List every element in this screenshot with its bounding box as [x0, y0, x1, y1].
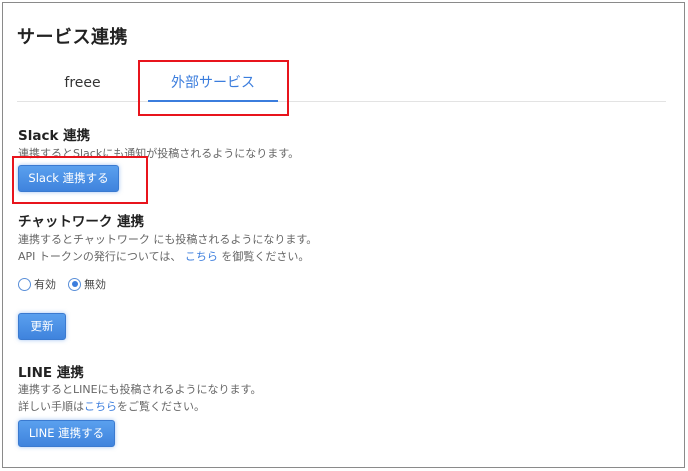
tab-freee[interactable]: freee [17, 64, 148, 102]
radio-disabled[interactable] [68, 277, 81, 291]
line-section-title: LINE 連携 [18, 365, 84, 381]
tab-bar: freee 外部サービス [17, 64, 666, 102]
slack-section-title: Slack 連携 [18, 128, 91, 144]
chatwork-enable-radio-group: 有効 無効 [18, 276, 118, 292]
chatwork-api-link[interactable]: こちら [185, 250, 218, 263]
page-title: サービス連携 [17, 27, 128, 48]
line-guide-note: 詳しい手順はこちらをご覧ください。 [18, 398, 205, 414]
radio-enabled-label[interactable]: 有効 [34, 276, 56, 292]
slack-description: 連携するとSlackにも通知が投稿されるようになります。 [18, 147, 300, 160]
chatwork-description: 連携するとチャットワーク にも投稿されるようになります。 [18, 233, 318, 246]
slack-connect-button[interactable]: Slack 連携する [18, 165, 119, 192]
chatwork-api-note-prefix: API トークンの発行については、 [18, 250, 182, 263]
line-guide-note-prefix: 詳しい手順は [18, 400, 84, 413]
line-description: 連携するとLINEにも投稿されるようになります。 [18, 383, 262, 396]
tab-external-services[interactable]: 外部サービス [148, 64, 278, 102]
line-guide-link[interactable]: こちら [84, 400, 117, 413]
chatwork-api-note-suffix: を御覧ください。 [221, 250, 310, 263]
chatwork-api-note: API トークンの発行については、 こちら を御覧ください。 [18, 248, 309, 264]
line-connect-button[interactable]: LINE 連携する [18, 420, 115, 447]
radio-enabled[interactable] [18, 277, 31, 291]
update-button[interactable]: 更新 [18, 313, 66, 340]
chatwork-section-title: チャットワーク 連携 [18, 214, 145, 230]
radio-disabled-label[interactable]: 無効 [84, 276, 106, 292]
line-guide-note-suffix: をご覧ください。 [117, 400, 205, 413]
